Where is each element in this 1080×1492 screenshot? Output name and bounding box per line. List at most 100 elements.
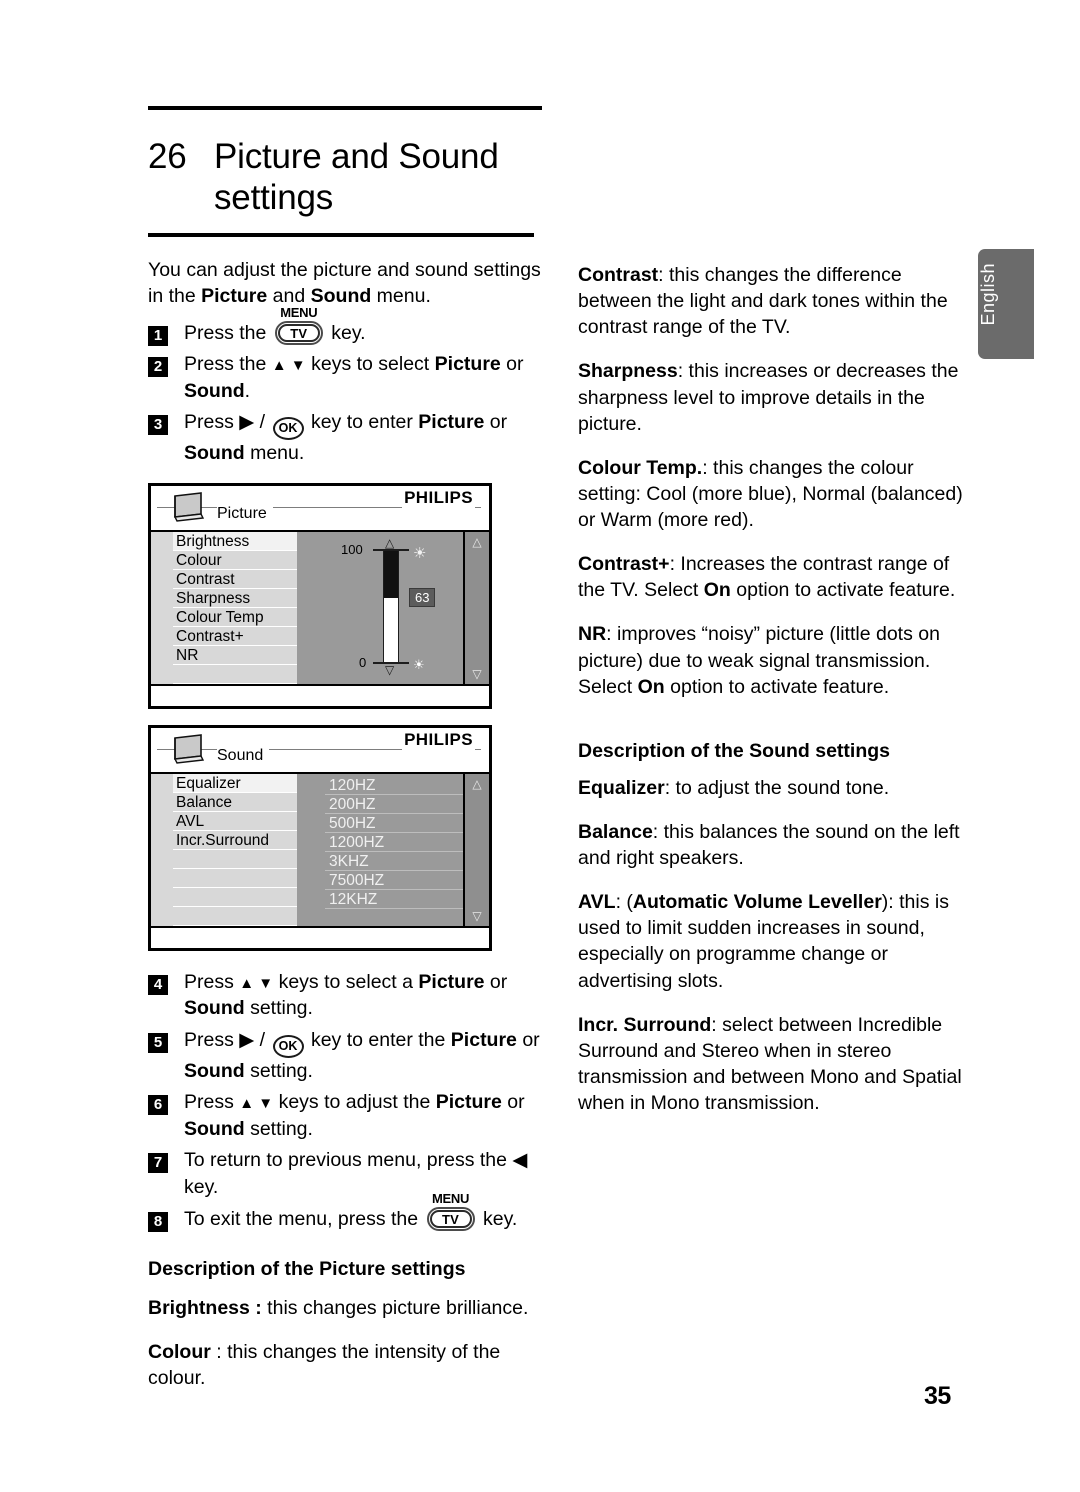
eq-band-12khz[interactable]: 12KHZ [325, 890, 465, 909]
chapter-title-line1: Picture and Sound [214, 137, 499, 176]
osd-item-balance[interactable]: Balance [173, 792, 297, 812]
bottom-rule [148, 232, 534, 237]
menu-tv-key-icon[interactable]: MENU TV [274, 305, 323, 345]
term-equalizer: Equalizer [578, 776, 665, 799]
osd-item-brightness[interactable]: Brightness [173, 531, 297, 551]
osd-picture-title: Picture [217, 504, 273, 523]
page-number: 35 [924, 1382, 951, 1410]
bold-avl-expansion: Automatic Volume Leveller [632, 891, 882, 914]
eq-band-500hz[interactable]: 500HZ [325, 814, 465, 833]
osd-picture-scrollbar[interactable]: △ ▽ [463, 531, 489, 684]
osd-item-nr[interactable]: NR [173, 645, 297, 665]
osd-picture-menu: Picture PHILIPS Brightness Colour Contra… [148, 482, 492, 709]
osd-item-empty [173, 849, 297, 869]
osd-item-avl[interactable]: AVL [173, 811, 297, 831]
osd-item-colour[interactable]: Colour [173, 550, 297, 570]
intro-bold-picture: Picture [201, 284, 268, 307]
step-6-mid2: or [501, 1091, 525, 1114]
step-badge-7: 7 [148, 1153, 168, 1174]
step-3-post: menu. [244, 442, 305, 465]
right-entry-contrast: Contrast: this changes the difference be… [578, 262, 978, 340]
slider-up-caret-icon[interactable]: △ [385, 537, 394, 549]
bold-on-2: On [637, 675, 665, 698]
sound-settings-heading: Description of the Sound settings [578, 739, 891, 762]
slider-track[interactable] [383, 549, 399, 663]
step-text-7: To return to previous menu, press the ◀ … [184, 1149, 528, 1198]
scroll-down-arrow-icon[interactable]: ▽ [472, 668, 481, 680]
step-3-bold-picture: Picture [418, 411, 485, 434]
osd-sound-bands-pane: 120HZ 200HZ 500HZ 1200HZ 3KHZ 7500HZ 12K… [297, 773, 465, 926]
osd-item-empty [173, 906, 297, 926]
step-3-pre: Press ▶ / [184, 411, 266, 434]
philips-logo: PHILIPS [402, 729, 475, 750]
left-column: 26 Picture and Sound settings You can ad… [148, 106, 542, 1409]
menu-key-label: MENU [432, 1190, 470, 1206]
chapter-number: 26 [148, 137, 187, 176]
slider-value-badge: 63 [409, 587, 436, 607]
scroll-up-arrow-icon[interactable]: △ [472, 536, 481, 548]
desc-brightness: this changes picture brilliance. [261, 1297, 529, 1320]
brightness-slider[interactable]: 100 0 △ ▽ 63 ☀ ☀ [297, 532, 463, 684]
osd-sound-header: Sound PHILIPS [151, 727, 489, 772]
step-1-post: key. [331, 321, 366, 344]
eq-band-120hz[interactable]: 120HZ [325, 776, 465, 795]
term-incr-surround: Incr. Surround [578, 1013, 712, 1036]
osd-sound-scrollbar[interactable]: △ ▽ [463, 773, 489, 926]
tv-monitor-icon [173, 492, 205, 522]
ok-key-icon[interactable]: OK [272, 417, 304, 441]
term-balance: Balance [578, 820, 653, 843]
philips-logo: PHILIPS [402, 487, 475, 508]
step-text-5: Press ▶ / OK key to enter the Picture or… [184, 1025, 542, 1085]
osd-item-contrast-plus[interactable]: Contrast+ [173, 626, 297, 646]
slider-down-caret-icon[interactable]: ▽ [385, 664, 394, 676]
step-text-6: Press ▲ ▼ keys to adjust the Picture or … [184, 1087, 542, 1142]
osd-item-empty [173, 868, 297, 888]
intro-paragraph: You can adjust the picture and sound set… [148, 257, 542, 309]
step-5-mid2: or [516, 1028, 540, 1051]
step-4-mid2: or [484, 970, 508, 993]
menu-tv-key-icon[interactable]: MENU TV [426, 1191, 475, 1231]
step-4-mid: keys to select a [278, 970, 419, 993]
slider-min-label: 0 [359, 654, 367, 670]
step-6-post: setting. [244, 1117, 313, 1140]
osd-item-colour-temp[interactable]: Colour Temp [173, 607, 297, 627]
osd-item-contrast[interactable]: Contrast [173, 569, 297, 589]
scroll-down-arrow-icon[interactable]: ▽ [472, 910, 481, 922]
step-4-bold-picture: Picture [418, 970, 485, 993]
picture-entry-colour: Colour : this changes the intensity of t… [148, 1339, 542, 1391]
osd-item-equalizer[interactable]: Equalizer [173, 773, 297, 793]
osd-sound-menu: Sound PHILIPS Equalizer Balance AVL Incr… [148, 724, 492, 951]
up-down-arrows-icon: ▲ ▼ [271, 357, 306, 375]
eq-band-200hz[interactable]: 200HZ [325, 795, 465, 814]
scroll-up-arrow-icon[interactable]: △ [472, 778, 481, 790]
eq-band-3khz[interactable]: 3KHZ [325, 852, 465, 871]
osd-item-incr-surround[interactable]: Incr.Surround [173, 830, 297, 850]
step-6-mid: keys to adjust the [278, 1091, 436, 1114]
manual-page: 26 Picture and Sound settings You can ad… [0, 0, 1080, 1492]
picture-entry-brightness: Brightness : this changes picture brilli… [148, 1295, 542, 1321]
step-8-pre: To exit the menu, press the [184, 1207, 419, 1230]
equalizer-band-list: 120HZ 200HZ 500HZ 1200HZ 3KHZ 7500HZ 12K… [325, 776, 465, 909]
step-5-pre: Press ▶ / [184, 1028, 266, 1051]
osd-item-empty [173, 664, 297, 684]
eq-band-7500hz[interactable]: 7500HZ [325, 871, 465, 890]
osd-item-sharpness[interactable]: Sharpness [173, 588, 297, 608]
step-1: 1 Press the MENU TV key. [148, 305, 542, 347]
eq-band-1200hz[interactable]: 1200HZ [325, 833, 465, 852]
step-text-3: Press ▶ / OK key to enter Picture or Sou… [184, 407, 542, 467]
step-2-bold-sound: Sound [184, 379, 245, 402]
step-badge-4: 4 [148, 974, 168, 995]
step-4-pre: Press [184, 970, 234, 993]
osd-picture-slider-pane: 100 0 △ ▽ 63 ☀ ☀ [297, 531, 463, 684]
chapter-heading: 26 Picture and Sound settings [148, 136, 542, 219]
step-5: 5 Press ▶ / OK key to enter the Picture … [148, 1025, 542, 1085]
language-side-tab: English [978, 249, 1034, 359]
term-colour-temp: Colour Temp. [578, 456, 703, 479]
steps-list-top: 1 Press the MENU TV key. 2 Press the ▲ ▼ … [148, 305, 542, 467]
osd-left-gutter [151, 531, 173, 684]
ok-key-icon[interactable]: OK [272, 1034, 304, 1058]
brightness-high-icon: ☀ [413, 544, 427, 562]
up-down-arrows-icon: ▲ ▼ [239, 974, 274, 992]
step-badge-1: 1 [148, 325, 168, 346]
chapter-title-line2: settings [214, 178, 334, 218]
